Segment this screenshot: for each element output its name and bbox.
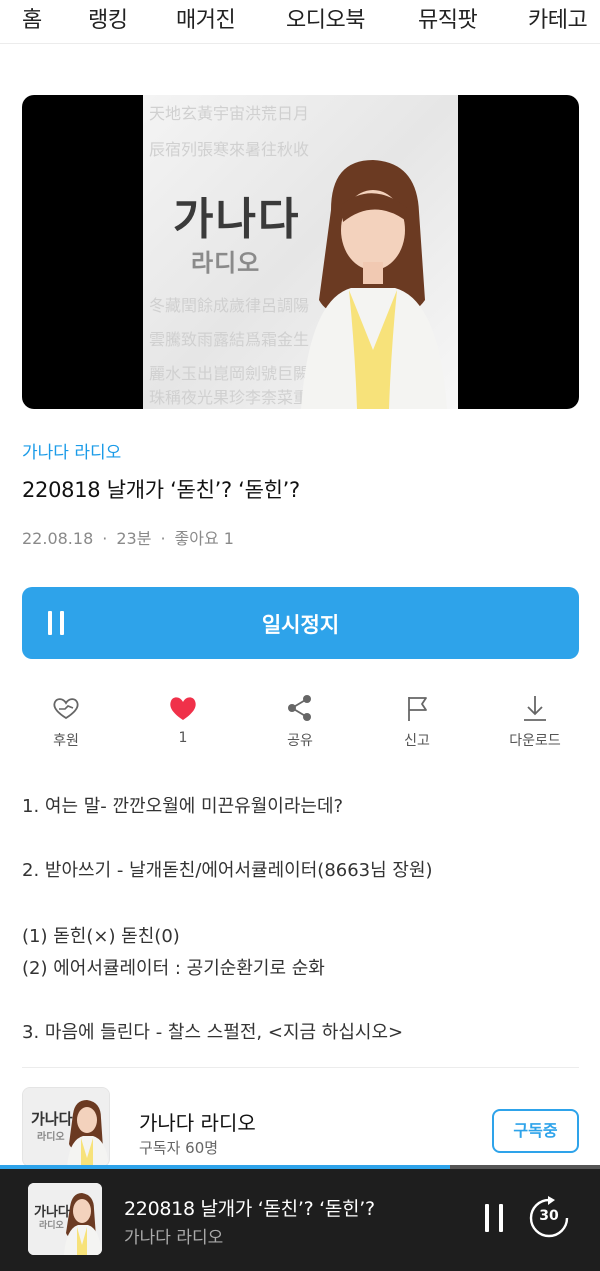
subscriber-count: 구독자 60명	[139, 1139, 219, 1157]
mini-player-channel: 가나다 라디오	[124, 1228, 224, 1248]
svg-text:冬藏閏餘成歲律呂調陽: 冬藏閏餘成歲律呂調陽	[149, 296, 309, 315]
report-label: 신고	[404, 733, 430, 749]
cover-title: 가나다	[173, 194, 301, 245]
like-count: 1	[178, 730, 188, 746]
action-bar: 후원 1 공유 신고 다운로드	[0, 694, 600, 756]
svg-text:麗水玉出崑岡劍號巨闕: 麗水玉出崑岡劍號巨闕	[149, 364, 309, 383]
meta-separator: ·	[160, 529, 166, 548]
channel-thumbnail[interactable]: 가나다 라디오	[22, 1087, 110, 1167]
svg-text:辰宿列張寒來暑往秋收: 辰宿列張寒來暑往秋收	[149, 140, 309, 159]
pause-button[interactable]: 일시정지	[22, 587, 579, 659]
section-divider	[22, 1067, 579, 1068]
channel-card[interactable]: 가나다 라디오 가나다 라디오 구독자 60명 구독중	[22, 1087, 579, 1167]
donate-button[interactable]: 후원	[16, 694, 116, 756]
playback-progress-fill	[0, 1165, 450, 1169]
heart-icon	[170, 697, 196, 720]
svg-text:天地玄黃宇宙洪荒日月: 天地玄黃宇宙洪荒日月	[149, 104, 309, 123]
description-line: (1) 돋힌(×) 돋친(0)	[22, 926, 180, 947]
nav-tab-category[interactable]: 카테고	[528, 2, 588, 34]
description-line: (2) 에어서큘레이터 : 공기순환기로 순화	[22, 958, 325, 979]
share-icon	[288, 695, 311, 721]
pause-button-label: 일시정지	[261, 613, 340, 637]
mini-pause-button[interactable]	[482, 1204, 506, 1232]
meta-separator: ·	[102, 529, 108, 548]
donate-label: 후원	[53, 733, 79, 749]
nav-tab-home[interactable]: 홈	[22, 2, 42, 34]
channel-link[interactable]: 가나다 라디오	[22, 438, 121, 463]
thumbnail-subtitle: 라디오	[37, 1132, 65, 1143]
nav-tab-audiobook[interactable]: 오디오북	[286, 2, 365, 34]
download-label: 다운로드	[509, 733, 561, 749]
episode-meta: 22.08.18 · 23분 · 좋아요 1	[22, 525, 234, 549]
episode-date: 22.08.18	[22, 529, 94, 548]
mini-player-thumbnail: 가나다 라디오	[28, 1183, 102, 1255]
episode-duration: 23분	[116, 529, 152, 548]
report-button[interactable]: 신고	[367, 694, 467, 756]
share-button[interactable]: 공유	[250, 694, 350, 756]
nav-tab-magazine[interactable]: 매거진	[176, 2, 236, 34]
channel-name[interactable]: 가나다 라디오	[139, 1107, 256, 1136]
like-button[interactable]: 1	[133, 694, 233, 756]
nav-tab-musicpod[interactable]: 뮤직팟	[418, 2, 478, 34]
cover-art: 天地玄黃宇宙洪荒日月 辰宿列張寒來暑往秋收 冬藏閏餘成歲律呂調陽 雲騰致雨露結爲…	[143, 95, 458, 409]
episode-cover: 天地玄黃宇宙洪荒日月 辰宿列張寒來暑往秋收 冬藏閏餘成歲律呂調陽 雲騰致雨露結爲…	[22, 95, 579, 409]
download-button[interactable]: 다운로드	[485, 694, 585, 756]
thumbnail-title: 가나다	[31, 1110, 73, 1128]
description-line: 1. 여는 말- 깐깐오월에 미끈유월이라는데?	[22, 796, 344, 817]
gift-heart-icon	[53, 698, 79, 720]
subscribe-button[interactable]: 구독중	[492, 1109, 579, 1153]
mini-player-title: 220818 날개가 ‘돋친’? ‘돋힌’?	[124, 1198, 375, 1220]
svg-text:珠稱夜光果珍李柰菜重: 珠稱夜光果珍李柰菜重	[149, 388, 309, 407]
mini-player[interactable]: 가나다 라디오 220818 날개가 ‘돋친’? ‘돋힌’? 가나다 라디오 3…	[0, 1165, 600, 1271]
nav-tab-ranking[interactable]: 랭킹	[88, 2, 128, 34]
playback-progress-track[interactable]	[0, 1165, 600, 1169]
description-line: 3. 마음에 들린다 - 찰스 스펄전, <지금 하십시오>	[22, 1022, 404, 1043]
mini-thumbnail-subtitle: 라디오	[39, 1221, 64, 1231]
svg-text:雲騰致雨露結爲霜金生: 雲騰致雨露結爲霜金生	[149, 330, 309, 349]
description-line: 2. 받아쓰기 - 날개돋친/에어서큘레이터(8663님 장원)	[22, 860, 433, 881]
skip-forward-button[interactable]: 30	[526, 1195, 572, 1241]
host-portrait	[301, 160, 447, 409]
flag-icon	[408, 697, 427, 721]
episode-likes: 좋아요 1	[174, 529, 234, 548]
skip-seconds: 30	[539, 1208, 559, 1224]
top-nav: 홈 랭킹 매거진 오디오북 뮤직팟 카테고	[0, 0, 600, 44]
cover-subtitle: 라디오	[191, 249, 261, 277]
episode-title: 220818 날개가 ‘돋친’? ‘돋힌’?	[22, 478, 300, 502]
download-icon	[524, 696, 546, 721]
share-label: 공유	[287, 733, 313, 749]
